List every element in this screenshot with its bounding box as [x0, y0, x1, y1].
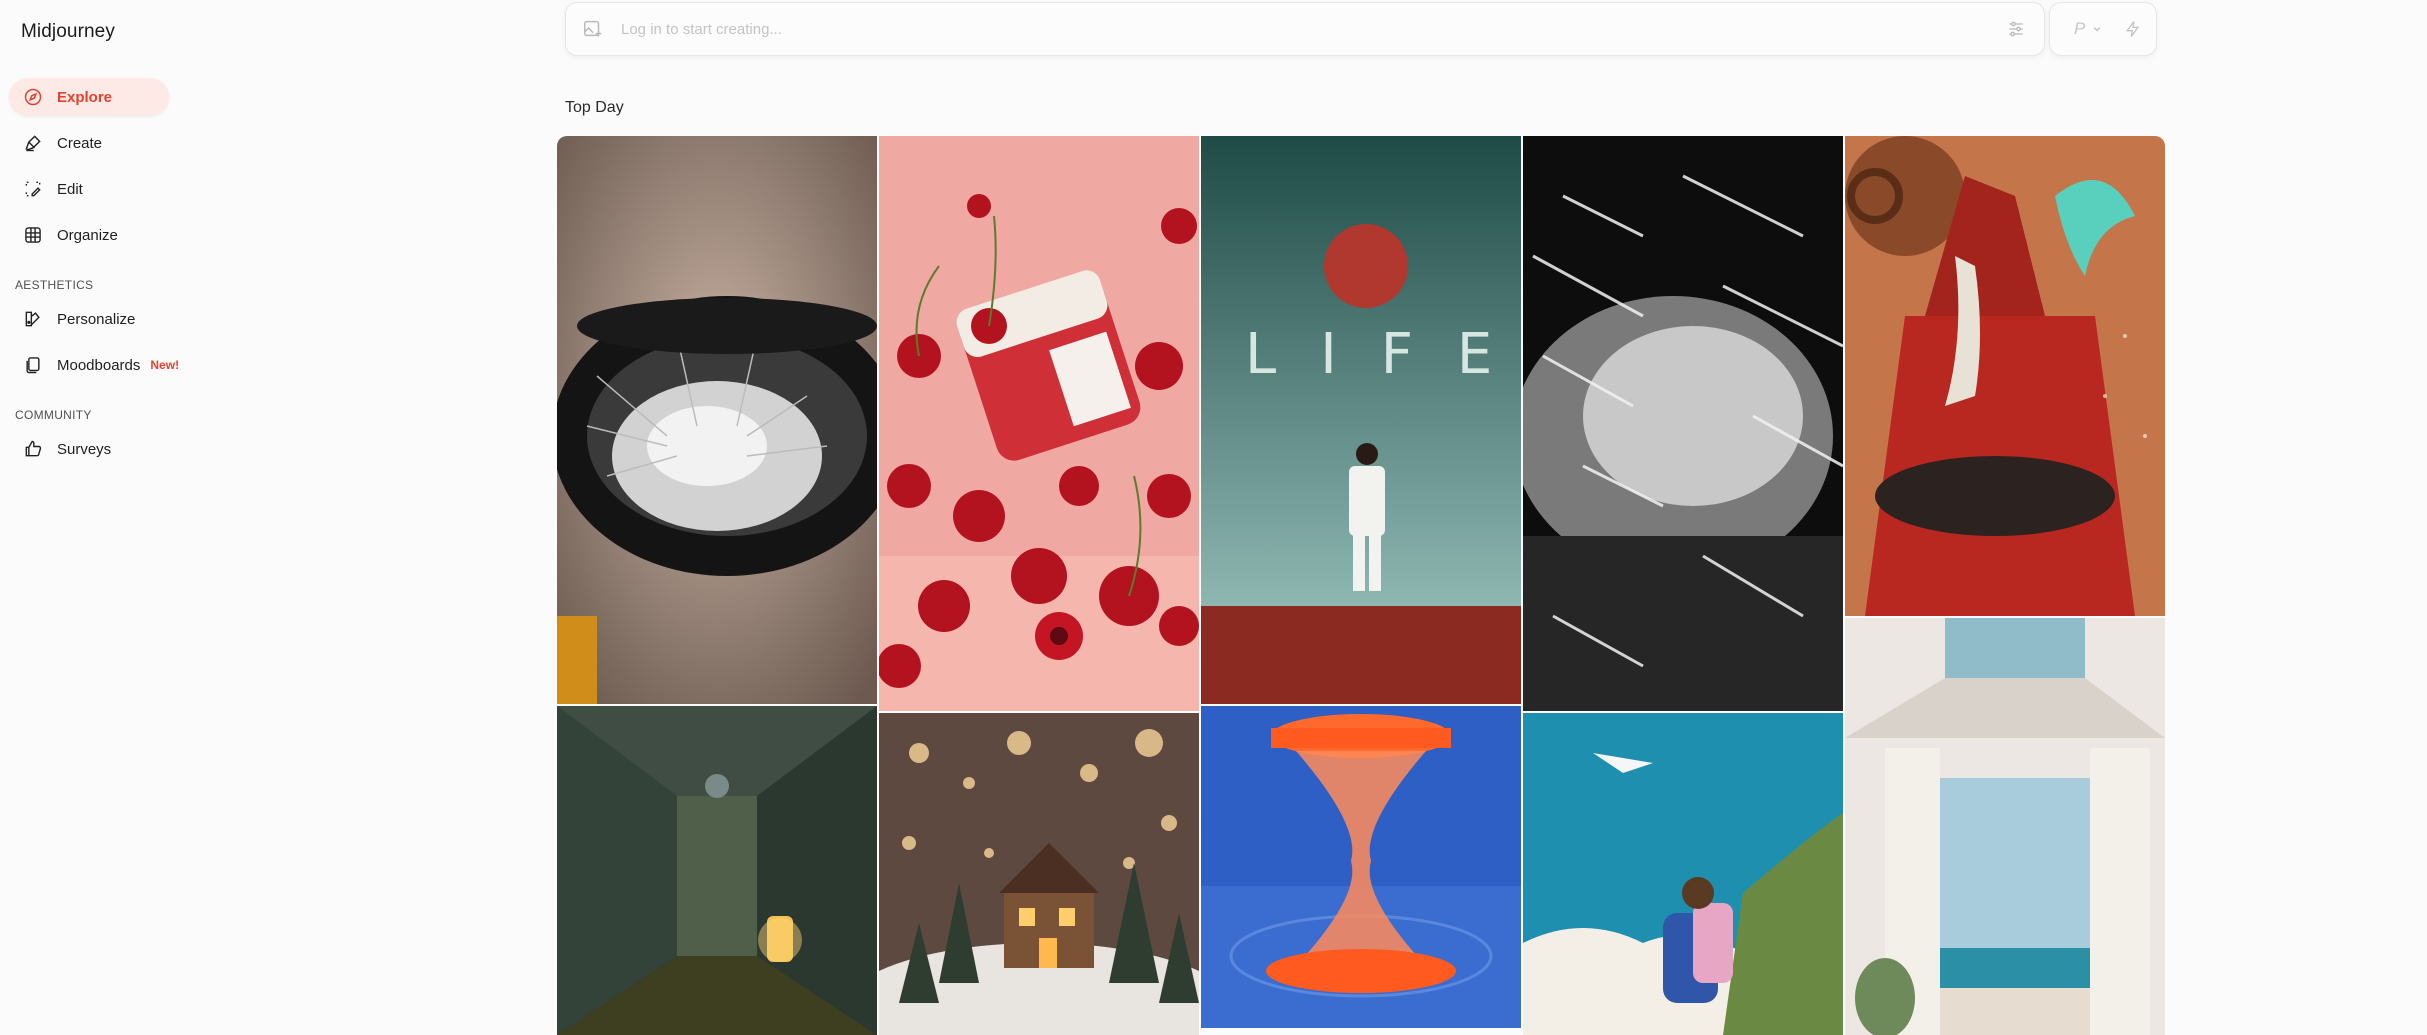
sidebar-item-explore[interactable]: Explore: [9, 78, 169, 116]
feed-title: Top Day: [565, 99, 624, 116]
chevron-down-icon: [2093, 26, 2101, 32]
sidebar-item-organize[interactable]: Organize: [9, 216, 169, 254]
image-tile-sorceress[interactable]: [1845, 136, 2165, 616]
ocean-room-image: [1845, 618, 2165, 1035]
moodboard-icon: [26, 357, 40, 374]
christmas-image: [879, 713, 1199, 1035]
image-tile-lips[interactable]: [557, 136, 877, 704]
image-tile-ocean-room[interactable]: [1845, 618, 2165, 1035]
section-label-aesthetics: AESTHETICS: [15, 278, 94, 292]
sidebar-item-label: Create: [57, 134, 103, 152]
brush-icon: [25, 135, 41, 152]
section-label-community: COMMUNITY: [15, 408, 92, 422]
sidebar-item-moodboards[interactable]: Moodboards New!: [9, 346, 209, 384]
cherries-image: [879, 136, 1199, 711]
sidebar-item-label: Edit: [57, 180, 83, 198]
hiker-image: [1523, 713, 1843, 1035]
hourglass-image: [1201, 706, 1521, 1028]
image-tile-hiker[interactable]: [1523, 713, 1843, 1035]
image-tile-hourglass[interactable]: [1201, 706, 1521, 1028]
mode-selector[interactable]: P: [2049, 2, 2157, 56]
prompt-bar: [565, 2, 2045, 56]
sidebar-item-label: Moodboards: [57, 356, 141, 374]
thumbs-up-icon: [25, 440, 42, 457]
sidebar: Midjourney Explore Create Edit Organize …: [0, 0, 540, 1035]
sidebar-item-surveys[interactable]: Surveys: [9, 430, 169, 468]
grid-icon: [25, 227, 41, 243]
new-badge: New!: [150, 358, 180, 372]
life-poster-image: [1201, 136, 1521, 704]
settings-sliders-icon[interactable]: [2006, 19, 2026, 39]
sidebar-item-label: Explore: [57, 88, 113, 106]
add-image-icon[interactable]: [582, 18, 604, 40]
poster-text: LIFE: [1245, 322, 1521, 387]
sidebar-item-create[interactable]: Create: [9, 124, 169, 162]
sorceress-image: [1845, 136, 2165, 616]
sidebar-item-label: Organize: [57, 226, 118, 244]
image-tile-christmas[interactable]: [879, 713, 1199, 1035]
mode-letter: P: [2074, 19, 2086, 38]
streaks-image: [1523, 136, 1843, 711]
edit-icon: [25, 181, 41, 197]
sidebar-item-edit[interactable]: Edit: [9, 170, 169, 208]
image-tile-life[interactable]: LIFE: [1201, 136, 1521, 704]
brand-logo[interactable]: Midjourney: [21, 21, 115, 43]
compass-icon: [24, 88, 42, 106]
lips-image: [557, 136, 877, 704]
sidebar-item-label: Surveys: [57, 440, 112, 458]
image-tile-dungeon[interactable]: [557, 706, 877, 1035]
lightning-icon[interactable]: [2123, 19, 2143, 39]
image-tile-streaks[interactable]: [1523, 136, 1843, 711]
prompt-input[interactable]: [621, 20, 2006, 38]
image-tile-cherries[interactable]: [879, 136, 1199, 711]
palette-icon: [25, 311, 40, 327]
dungeon-image: [557, 706, 877, 1035]
sidebar-item-label: Personalize: [57, 310, 136, 328]
sidebar-item-personalize[interactable]: Personalize: [9, 300, 169, 338]
